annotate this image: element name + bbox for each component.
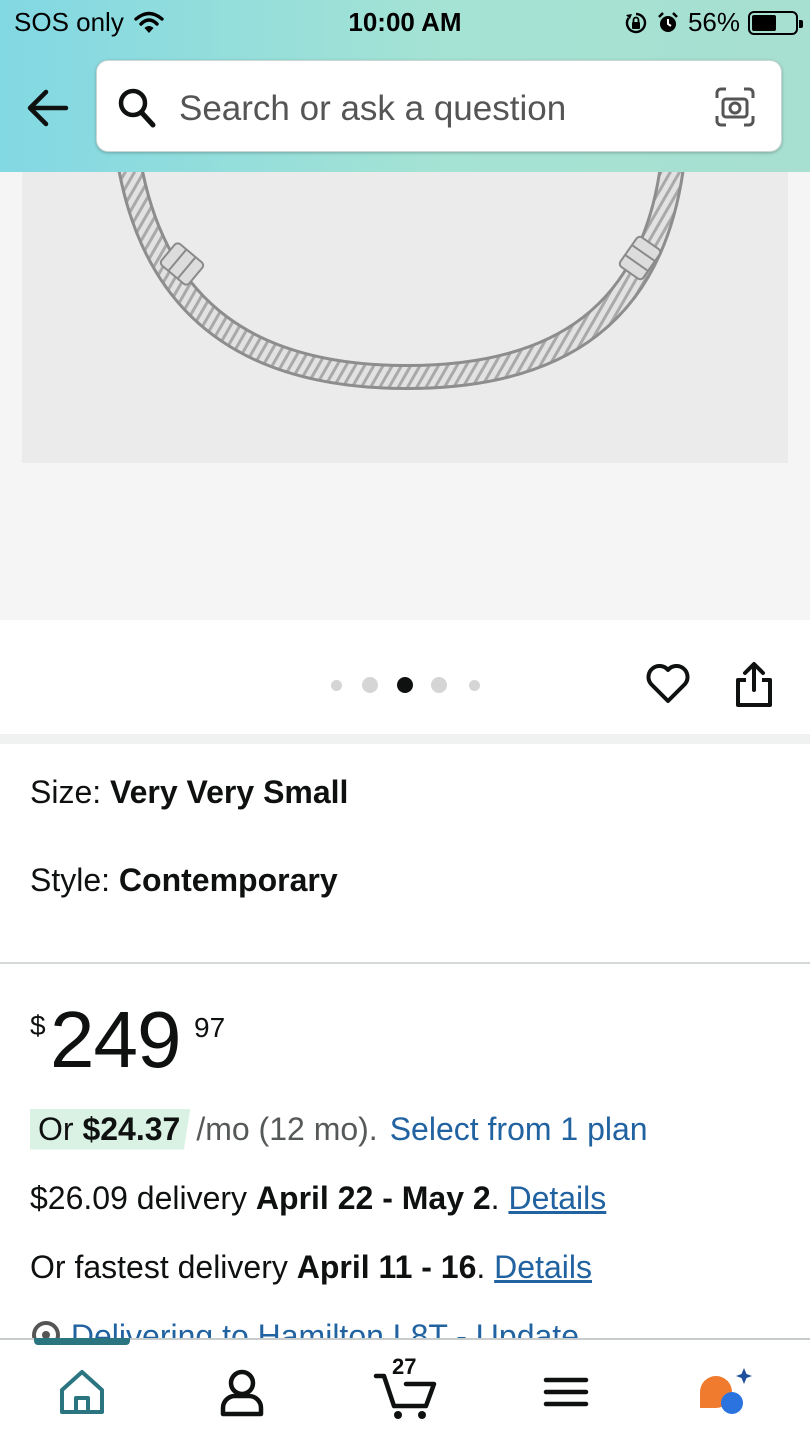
standard-delivery-dates: April 22 - May 2 [255,1180,491,1216]
rufus-assistant-icon[interactable] [694,1362,754,1422]
carousel-dot[interactable] [431,677,447,693]
deliver-to-text[interactable]: Delivering to Hamilton L8T - Update [71,1318,579,1340]
price-currency: $ [30,1010,46,1041]
installment-row: Or $24.37 /mo (12 mo). Select from 1 pla… [30,1108,648,1150]
account-icon[interactable] [212,1362,272,1422]
wishlist-heart-button[interactable] [644,660,692,708]
battery-percent: 56% [687,7,740,37]
carousel-dot[interactable] [330,679,342,691]
bracelet-image [117,172,685,391]
status-right: 56% [624,7,803,38]
search-placeholder: Search or ask a question [179,89,567,128]
home-icon[interactable] [52,1362,112,1422]
size-value: Very Very Small [110,774,349,810]
style-selector[interactable]: Style: Contemporary [30,862,338,899]
deliver-to-row[interactable]: Delivering to Hamilton L8T - Update [30,1318,579,1340]
select-plan-link[interactable]: Select from 1 plan [390,1111,648,1148]
fastest-delivery-dates: April 11 - 16 [296,1249,477,1285]
active-tab-indicator [34,1338,130,1345]
cart-button[interactable]: 27 [372,1354,442,1422]
style-label: Style: [30,862,111,898]
battery-icon [748,10,803,35]
carousel-dot[interactable] [468,679,480,691]
battery-fill [752,14,776,31]
status-bar: SOS only 10:00 AM 56% [0,0,810,46]
header-bar: SOS only 10:00 AM 56% Search or ask a qu… [0,0,810,172]
installment-prefix: Or [38,1110,74,1147]
alarm-icon [658,11,678,32]
cart-count-badge: 27 [392,1354,417,1379]
price-whole: 249 [50,995,181,1084]
back-arrow-button[interactable] [22,84,74,132]
price-fraction: 97 [194,1012,226,1043]
installment-highlight: Or $24.37 [30,1108,191,1150]
orientation-lock-icon [625,12,647,33]
camera-search-icon[interactable] [713,85,757,129]
carousel-dot[interactable] [362,677,378,693]
product-image-area[interactable] [0,172,810,620]
fastest-details-link[interactable]: Details [494,1249,592,1285]
standard-delivery: $26.09 delivery April 22 - May 2. Detail… [30,1180,607,1216]
share-button[interactable] [732,660,776,708]
bottom-navigation: 27 [0,1338,810,1440]
fastest-delivery: Or fastest delivery April 11 - 16. Detai… [30,1249,592,1285]
carousel-dot[interactable] [397,677,413,693]
size-selector[interactable]: Size: Very Very Small [30,774,348,811]
section-divider [0,734,810,744]
divider-line [0,962,810,964]
installment-amount: $24.37 [82,1110,181,1147]
standard-details-link[interactable]: Details [508,1180,606,1216]
search-input[interactable]: Search or ask a question [96,60,782,152]
installment-term: /mo (12 mo). [196,1110,378,1147]
product-image[interactable] [22,172,788,463]
menu-icon[interactable] [536,1362,596,1422]
fastest-delivery-text: Or fastest delivery [30,1249,288,1285]
standard-delivery-text: $26.09 delivery [30,1180,248,1216]
size-label: Size: [30,774,102,810]
style-value: Contemporary [118,862,338,898]
search-icon [118,88,156,128]
